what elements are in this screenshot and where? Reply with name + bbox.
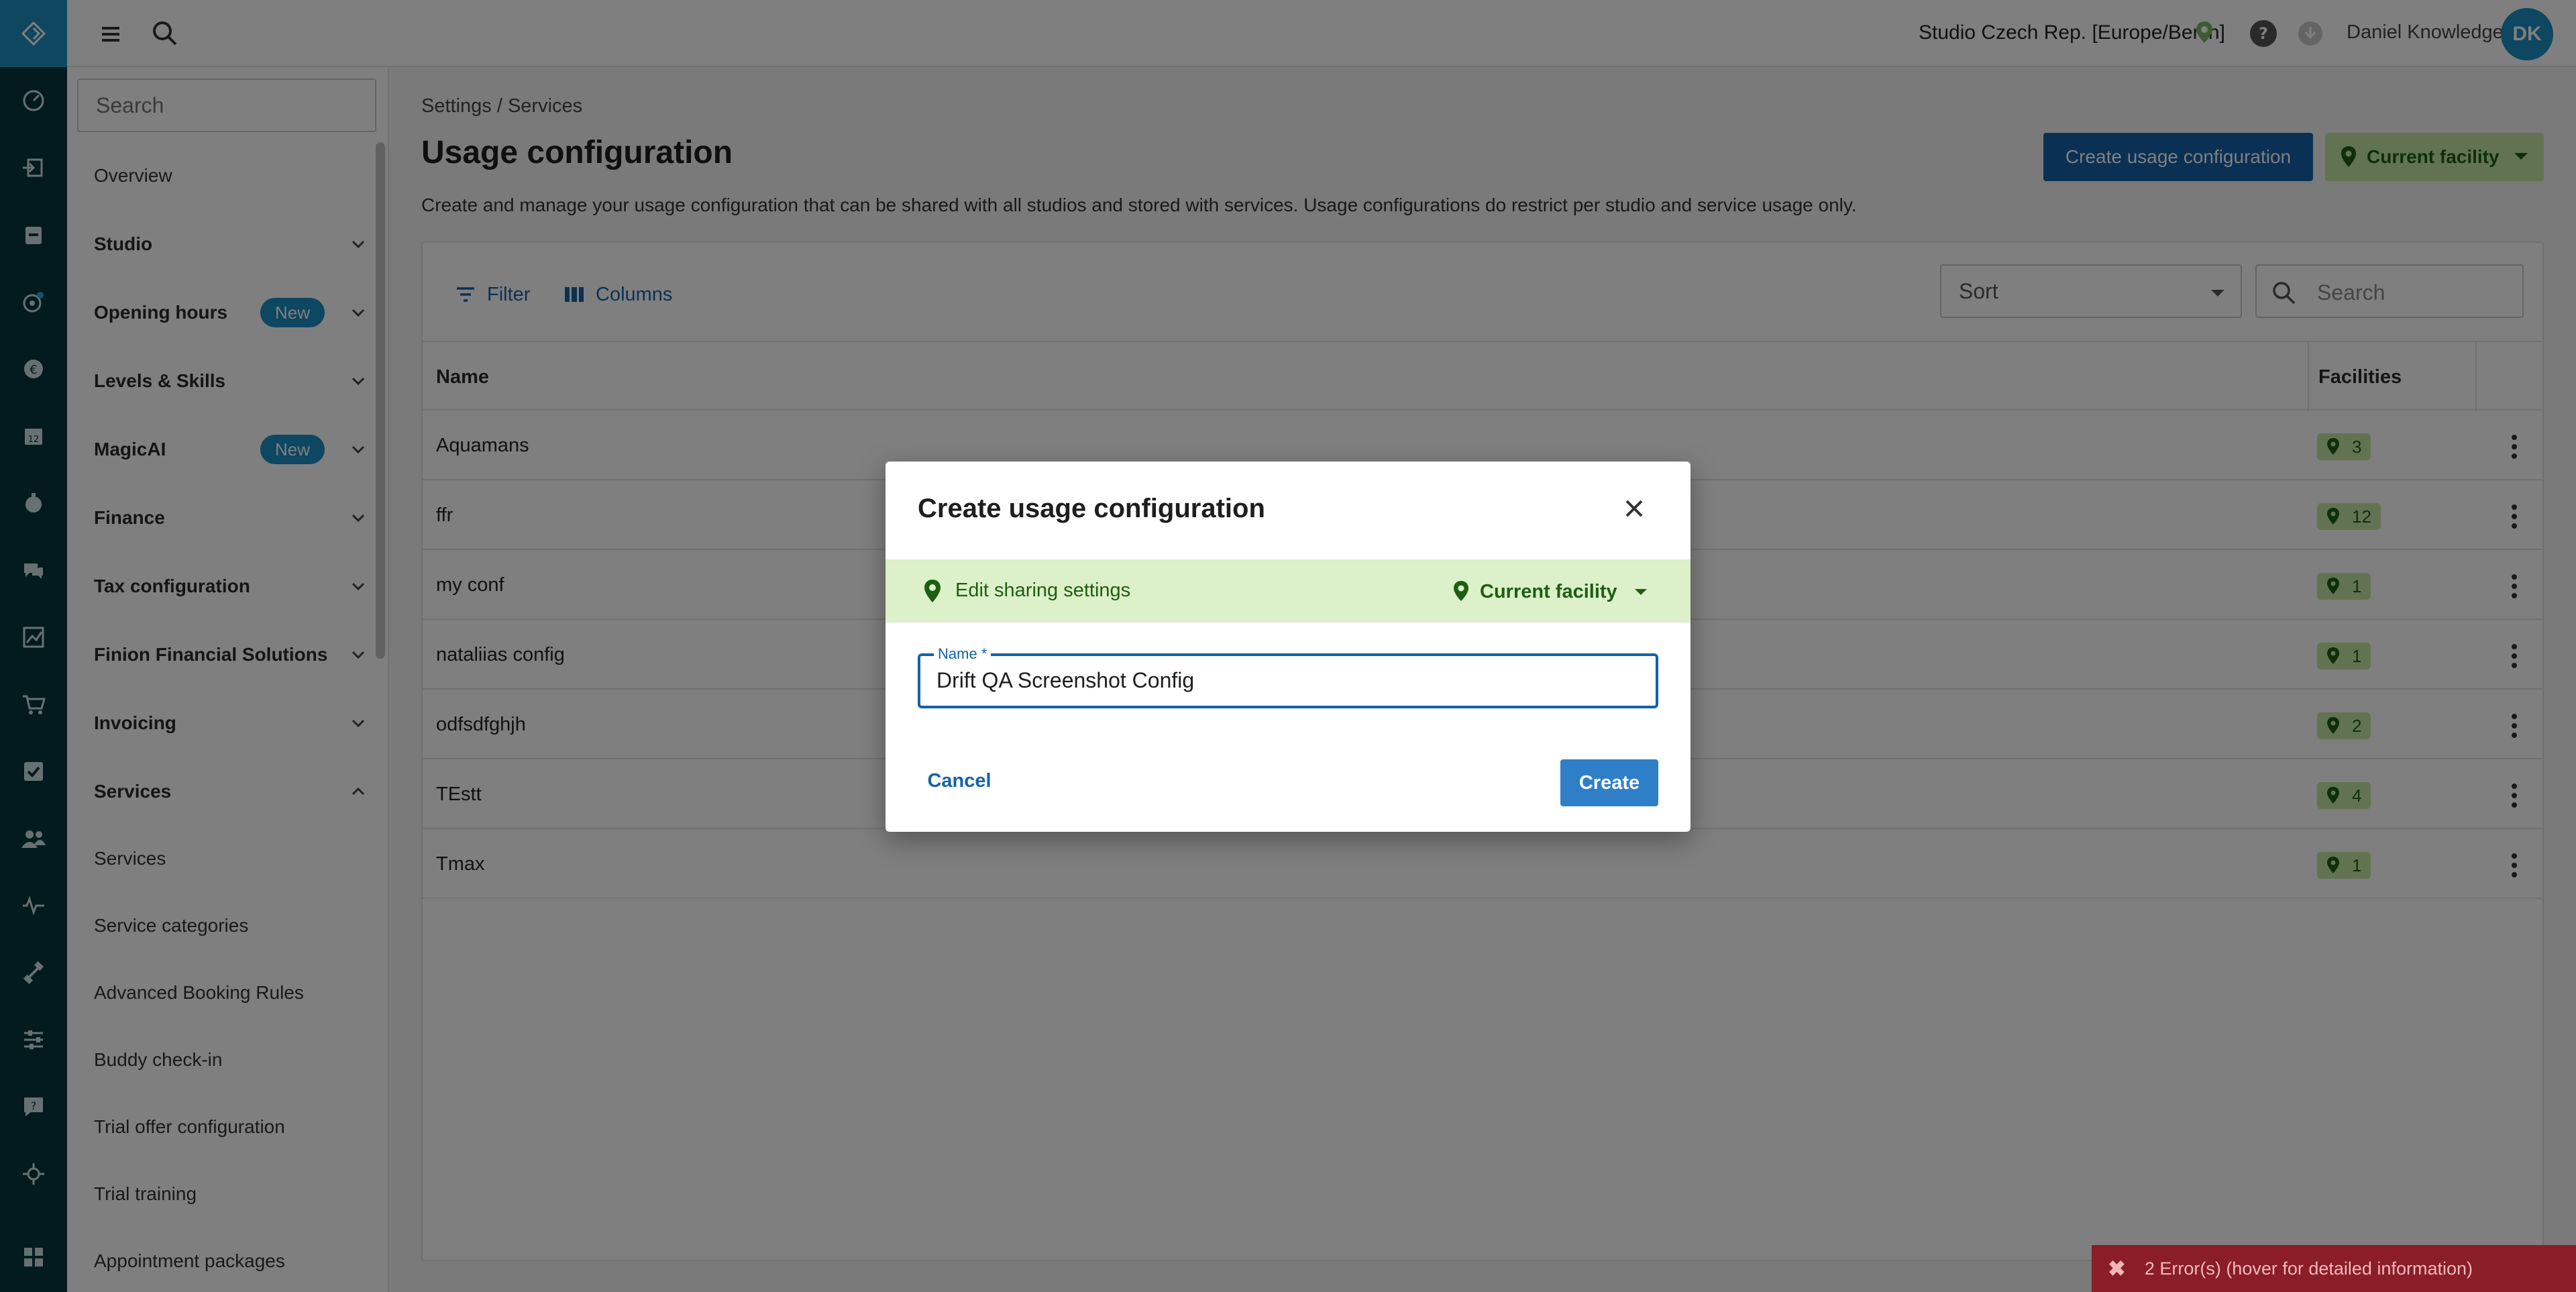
name-field[interactable]: Name * <box>918 645 1658 708</box>
error-message: 2 Error(s) (hover for detailed informati… <box>2144 1258 2473 1279</box>
error-close-icon[interactable]: ✖ <box>2108 1256 2126 1281</box>
sharing-facility-dropdown[interactable]: Current facility <box>1452 577 1647 606</box>
close-icon[interactable] <box>1615 490 1653 527</box>
error-notification-bar[interactable]: ✖ 2 Error(s) (hover for detailed informa… <box>2092 1245 2576 1292</box>
create-usage-configuration-dialog: Create usage configuration Edit sharing … <box>885 462 1690 832</box>
name-input[interactable] <box>936 668 1634 693</box>
name-field-label: Name * <box>934 645 991 663</box>
cancel-button[interactable]: Cancel <box>918 759 1001 802</box>
dialog-title: Create usage configuration <box>918 494 1265 523</box>
location-pin-icon <box>924 580 941 602</box>
sharing-settings-bar: Edit sharing settings Current facility <box>885 559 1690 623</box>
create-button[interactable]: Create <box>1560 759 1658 806</box>
location-pin-icon <box>1454 581 1468 601</box>
sharing-facility-label: Current facility <box>1480 580 1617 602</box>
caret-down-icon <box>1634 588 1647 595</box>
edit-sharing-settings-link[interactable]: Edit sharing settings <box>955 580 1130 602</box>
